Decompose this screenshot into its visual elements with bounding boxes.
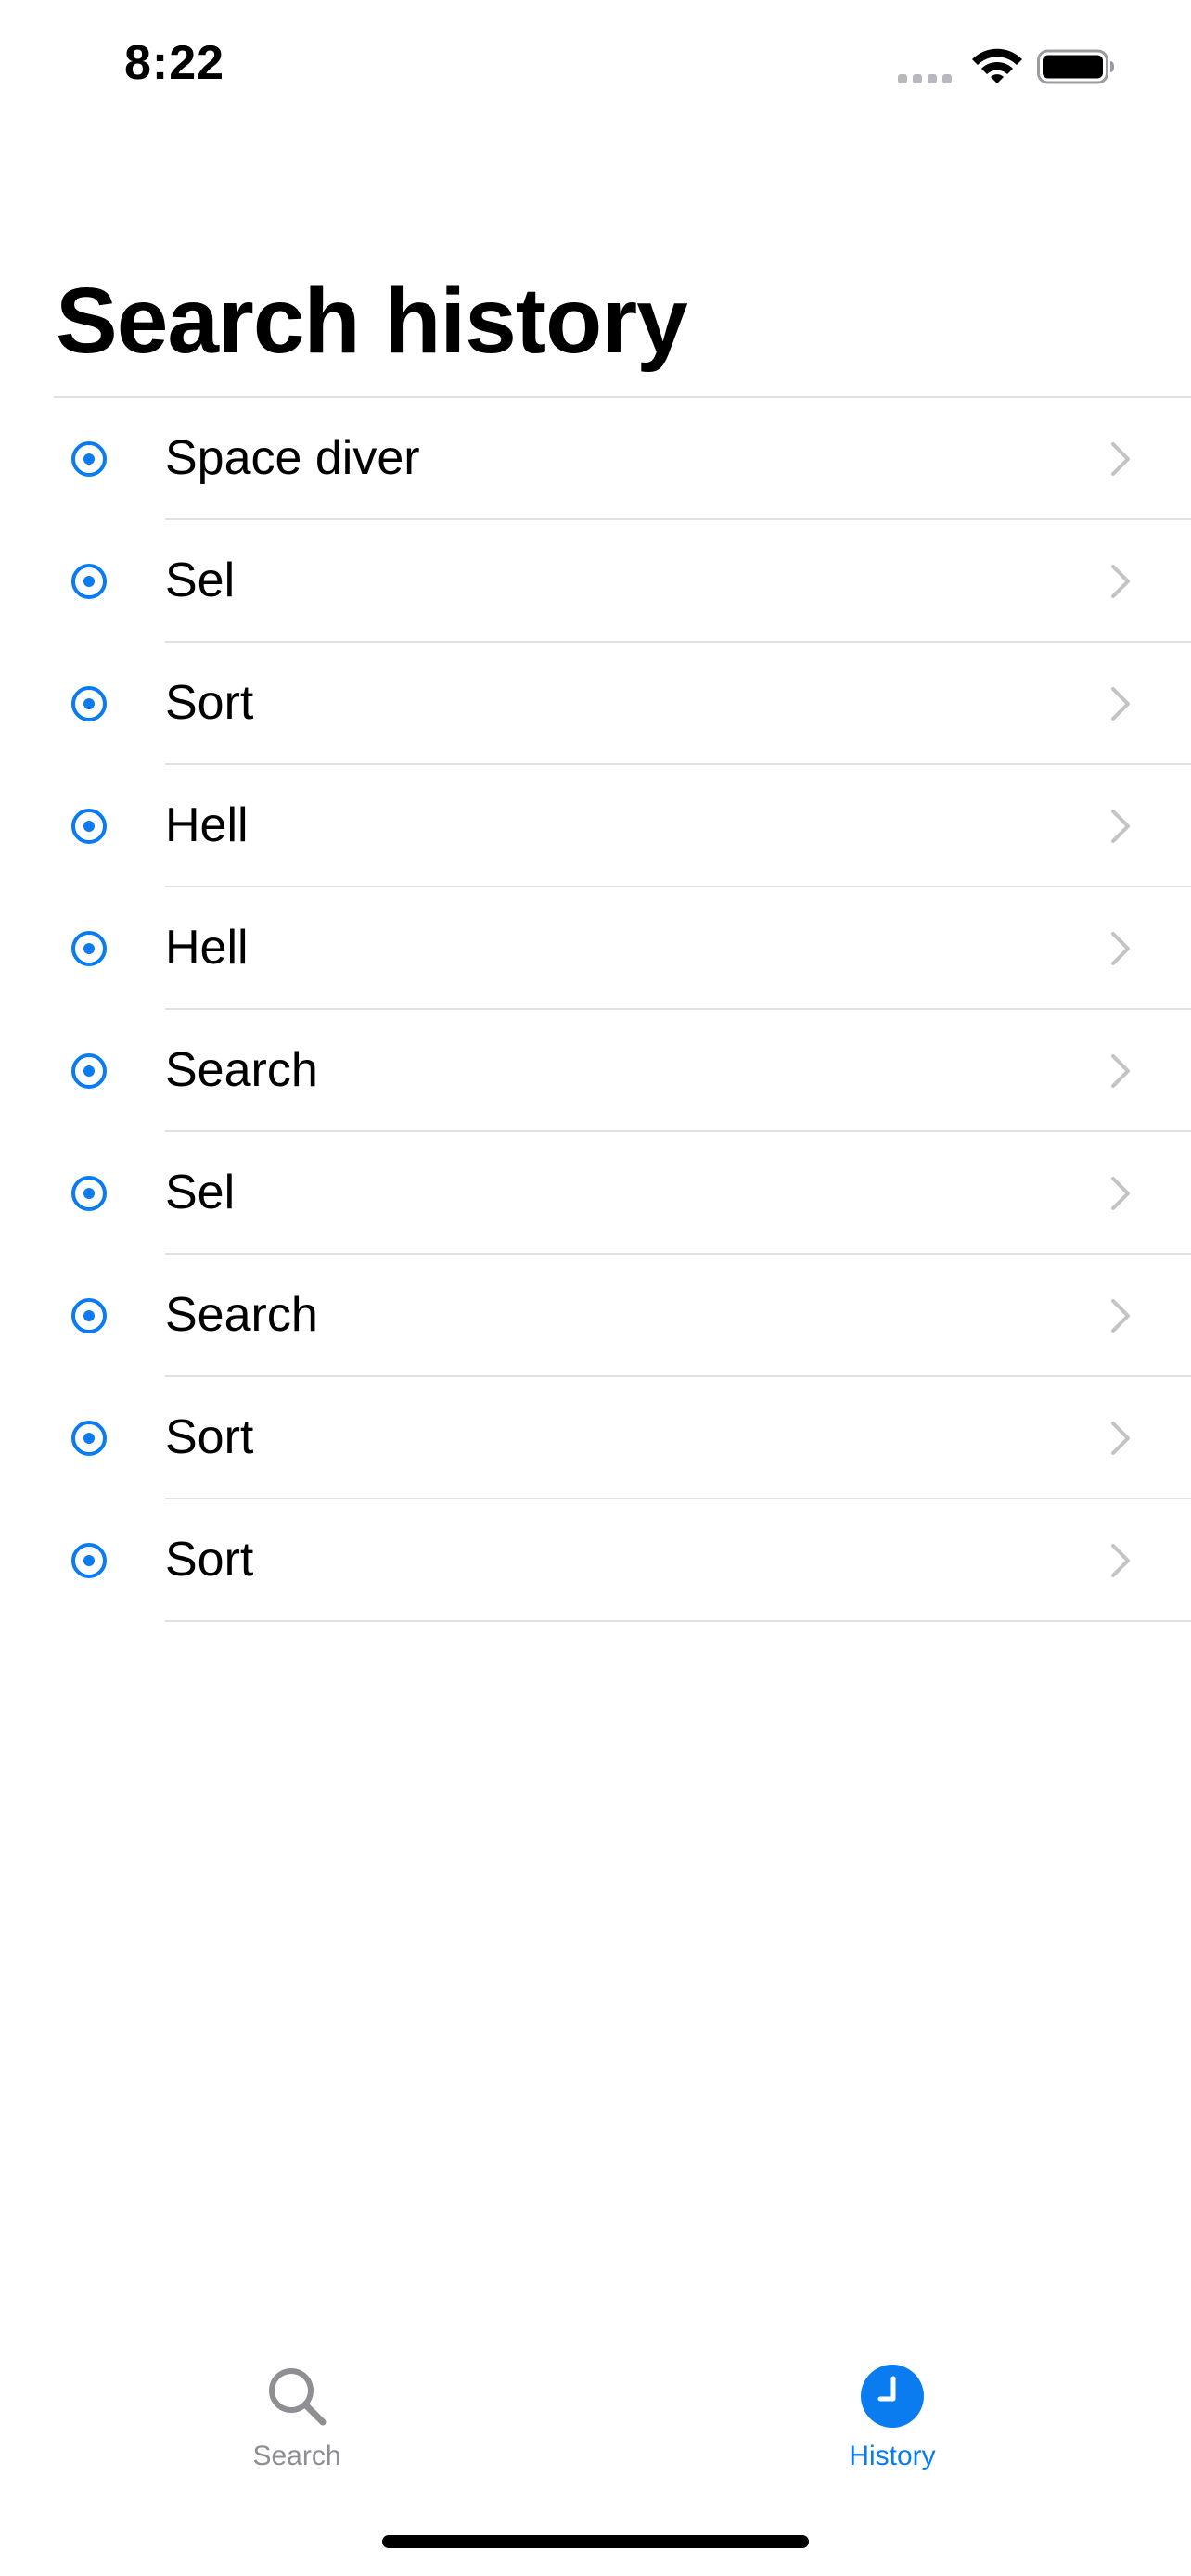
history-list: Space diver Sel Sort Hell Hell Search Se… [0, 398, 1191, 1622]
history-row[interactable]: Sel [0, 520, 1191, 643]
history-row[interactable]: Sel [0, 1132, 1191, 1255]
chevron-right-icon [1111, 1054, 1130, 1088]
target-dot-icon [71, 1421, 107, 1456]
tab-bar: Search History [0, 2337, 1191, 2485]
history-row-label: Sort [165, 1410, 254, 1464]
chevron-right-icon [1111, 810, 1130, 843]
target-dot-icon [71, 1176, 107, 1211]
cellular-signal-icon [898, 74, 952, 83]
tab-search-label: Search [252, 2441, 341, 2471]
history-row-label: Hell [165, 921, 249, 975]
wifi-icon [972, 48, 1022, 83]
history-row-label: Sort [165, 1533, 254, 1587]
tab-history[interactable]: History [800, 2363, 985, 2483]
history-row-label: Search [165, 1288, 318, 1342]
target-dot-icon [71, 686, 107, 721]
chevron-right-icon [1111, 1422, 1130, 1455]
target-dot-icon [71, 809, 107, 844]
history-row[interactable]: Sort [0, 1499, 1191, 1622]
chevron-right-icon [1111, 932, 1130, 965]
target-dot-icon [71, 1543, 107, 1578]
target-dot-icon [71, 931, 107, 966]
magnifying-glass-icon [269, 2368, 327, 2426]
chevron-right-icon [1111, 1544, 1130, 1577]
home-indicator[interactable] [382, 2535, 809, 2548]
history-row-label: Sort [165, 676, 254, 730]
clock-icon [861, 2365, 924, 2428]
battery-icon [1037, 49, 1114, 84]
history-row[interactable]: Hell [0, 765, 1191, 887]
chevron-right-icon [1111, 442, 1130, 476]
status-bar: 8:22 [0, 0, 1191, 130]
history-row-label: Sel [165, 1166, 236, 1219]
target-dot-icon [71, 441, 107, 477]
target-dot-icon [71, 564, 107, 599]
chevron-right-icon [1111, 687, 1130, 721]
tab-search[interactable]: Search [204, 2363, 390, 2483]
status-time: 8:22 [124, 36, 225, 90]
target-dot-icon [71, 1053, 107, 1089]
history-row[interactable]: Sort [0, 643, 1191, 765]
history-row[interactable]: Search [0, 1255, 1191, 1377]
target-dot-icon [71, 1298, 107, 1333]
history-row-label: Search [165, 1043, 318, 1097]
history-row[interactable]: Sort [0, 1377, 1191, 1499]
page-title: Search history [56, 269, 688, 373]
row-divider [165, 1620, 1191, 1622]
history-row-label: Sel [165, 554, 236, 607]
chevron-right-icon [1111, 1299, 1130, 1333]
tab-history-label: History [849, 2441, 936, 2471]
chevron-right-icon [1111, 565, 1130, 598]
history-row[interactable]: Search [0, 1010, 1191, 1132]
history-row[interactable]: Hell [0, 887, 1191, 1010]
history-row-label: Hell [165, 798, 249, 852]
history-row[interactable]: Space diver [0, 398, 1191, 520]
chevron-right-icon [1111, 1177, 1130, 1210]
history-row-label: Space diver [165, 431, 420, 485]
